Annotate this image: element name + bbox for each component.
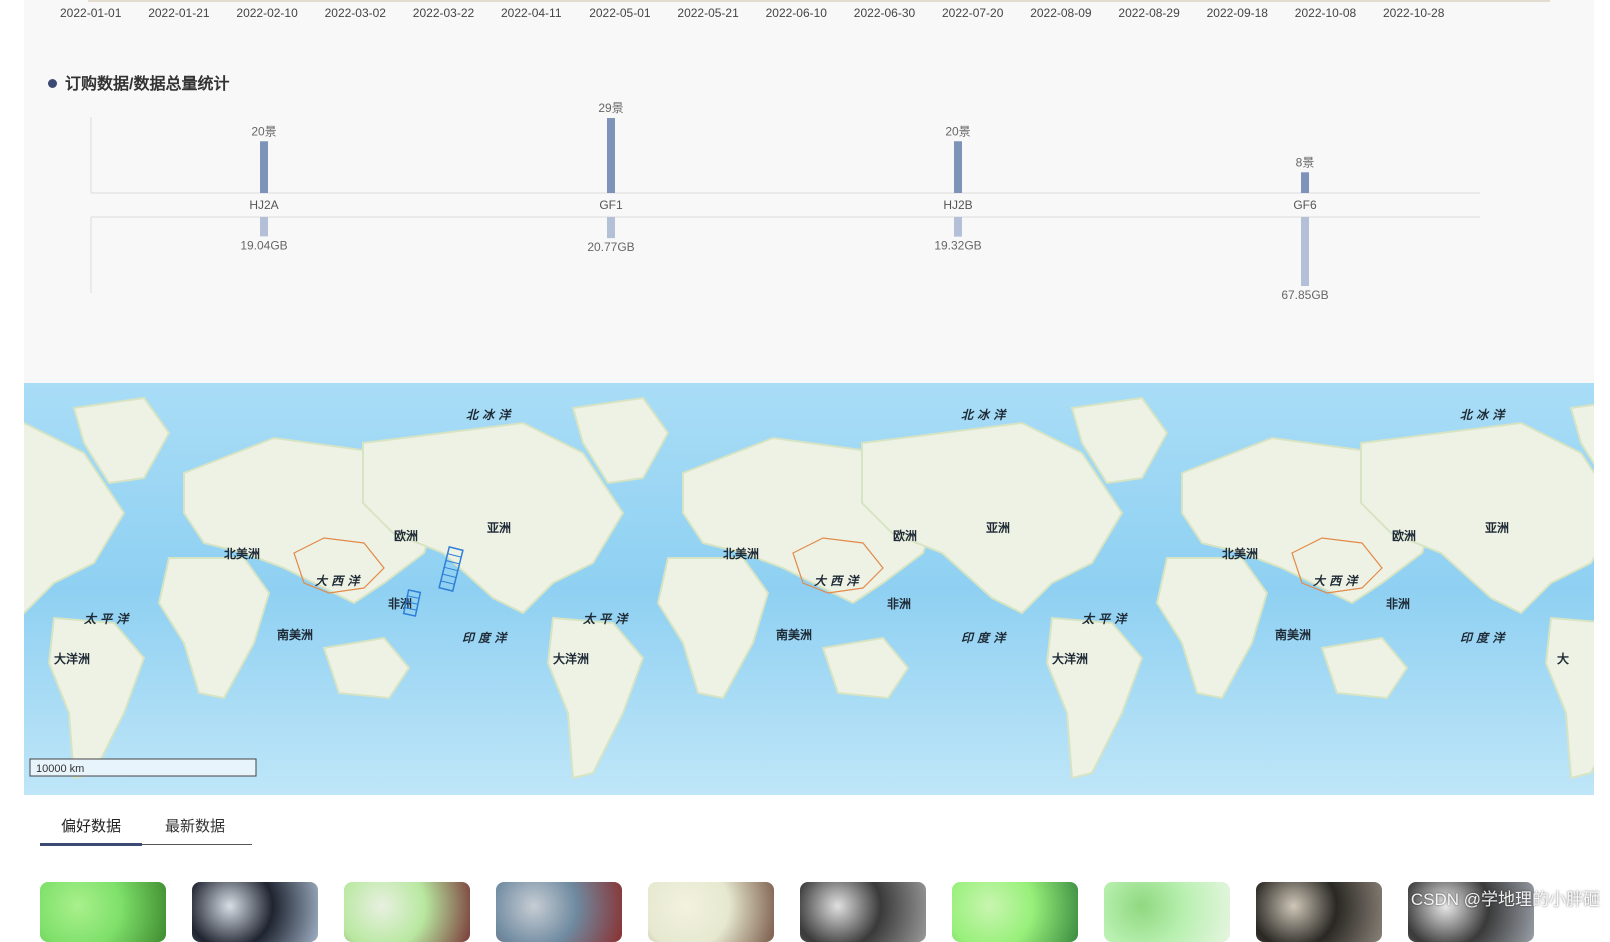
- category-label: HJ2B: [943, 198, 972, 212]
- category-label: HJ2A: [249, 198, 278, 212]
- count-label: 8景: [1296, 155, 1315, 169]
- timeline-tick: 2022-05-01: [589, 6, 651, 20]
- tab-active-indicator: [40, 843, 142, 846]
- watermark: CSDN @学地理的小胖砸: [1410, 890, 1600, 909]
- timeline-tick: 2022-04-11: [501, 6, 562, 20]
- arctic-ocean-label: 北 冰 洋: [961, 408, 1007, 422]
- north-america-label: 北美洲: [224, 546, 260, 561]
- volume-label: 67.85GB: [1281, 288, 1328, 302]
- volume-label: 19.04GB: [240, 238, 287, 252]
- category-label: GF1: [599, 198, 623, 212]
- oceania-label: 大洋洲: [553, 651, 589, 666]
- timeline-tick: 2022-01-01: [60, 6, 122, 20]
- volume-label: 19.32GB: [934, 239, 981, 253]
- africa-label: 非洲: [887, 596, 911, 611]
- timeline-tick: 2022-06-10: [765, 6, 827, 20]
- world-map[interactable]: 北 冰 洋 北 冰 洋 北 冰 洋欧洲 欧洲 欧洲 亚洲 亚洲 亚洲北美洲 北美洲 北美洲大 西 …: [24, 383, 1594, 795]
- pacific-ocean-label: 太 平 洋: [1081, 612, 1128, 626]
- arctic-ocean-label: 北 冰 洋: [1460, 408, 1506, 422]
- south-america-label: 南美洲: [277, 627, 313, 642]
- south-america-label: 南美洲: [776, 627, 812, 642]
- timeline-tick: 2022-06-30: [853, 6, 916, 20]
- scale-bar: 10000 km: [29, 758, 257, 777]
- count-label: 29景: [598, 101, 623, 115]
- count-bar: [954, 141, 962, 193]
- north-america-label: 北美洲: [723, 546, 759, 561]
- thumbnail-strip: [40, 882, 1580, 942]
- africa-label: 非洲: [1386, 596, 1410, 611]
- europe-label: 欧洲: [893, 528, 917, 543]
- category-label: GF6: [1293, 198, 1317, 212]
- timeline-tick: 2022-08-09: [1030, 6, 1092, 20]
- europe-label: 欧洲: [1392, 528, 1416, 543]
- oceania-label: 大洋洲: [54, 651, 90, 666]
- timeline-tick: 2022-05-21: [677, 6, 739, 20]
- scale-bar-label: 10000 km: [36, 763, 84, 775]
- volume-bar: [954, 217, 962, 237]
- timeline-tick: 2022-03-22: [412, 6, 475, 20]
- indian-ocean-label: 印 度 洋: [462, 631, 508, 645]
- timeline-tick: 2022-01-21: [148, 6, 210, 20]
- north-america-label: 北美洲: [1222, 546, 1258, 561]
- timeline-tick: 2022-10-28: [1383, 6, 1445, 20]
- timeline-tick: 2022-03-02: [324, 6, 386, 20]
- data-thumbnail[interactable]: [192, 882, 318, 942]
- volume-label: 20.77GB: [587, 240, 634, 254]
- timeline-tick: 2022-09-18: [1206, 6, 1268, 20]
- data-thumbnail[interactable]: [496, 882, 622, 942]
- timeline-axis: 2022-01-01 2022-01-21 2022-02-10 2022-03-02…: [24, 0, 1594, 30]
- atlantic-ocean-label: 大 西 洋: [1313, 574, 1359, 588]
- europe-label: 欧洲: [394, 528, 418, 543]
- count-bar: [607, 118, 615, 193]
- statistics-panel: 2022-01-01 2022-01-21 2022-02-10 2022-03-02…: [24, 0, 1594, 383]
- indian-ocean-label: 印 度 洋: [1460, 631, 1506, 645]
- asia-label: 亚洲: [487, 521, 511, 535]
- data-thumbnail[interactable]: [800, 882, 926, 942]
- indian-ocean-label: 印 度 洋: [961, 631, 1007, 645]
- oceania-label-cut: 大: [1557, 651, 1569, 666]
- data-thumbnail[interactable]: [952, 882, 1078, 942]
- oceania-label: 大洋洲: [1052, 651, 1088, 666]
- count-label: 20景: [251, 124, 276, 138]
- data-thumbnail[interactable]: [40, 882, 166, 942]
- count-bar: [260, 141, 268, 193]
- timeline-tick: 2022-08-29: [1118, 6, 1180, 20]
- volume-bar: [1301, 217, 1309, 286]
- order-stats-chart: 20景 HJ2A 19.04GB 29景 GF1 20.77GB 20景 HJ2B 19.32G…: [90, 101, 1480, 302]
- arctic-ocean-label: 北 冰 洋: [466, 408, 512, 422]
- atlantic-ocean-label: 大 西 洋: [814, 574, 860, 588]
- timeline-tick: 2022-02-10: [236, 6, 298, 20]
- tab-preferred-data[interactable]: 偏好数据: [40, 810, 142, 844]
- pacific-ocean-label: 太 平 洋: [83, 612, 130, 626]
- page-left-margin: [0, 0, 24, 928]
- south-america-label: 南美洲: [1275, 627, 1311, 642]
- timeline-tick: 2022-07-20: [942, 6, 1004, 20]
- asia-label: 亚洲: [1485, 521, 1509, 535]
- tab-latest-data[interactable]: 最新数据: [142, 810, 248, 844]
- data-thumbnail[interactable]: [1104, 882, 1230, 942]
- bullet-dot-icon: [48, 79, 57, 89]
- volume-bar: [260, 217, 268, 237]
- data-thumbnail[interactable]: [648, 882, 774, 942]
- volume-bar: [607, 217, 615, 239]
- pacific-ocean-label: 太 平 洋: [582, 612, 629, 626]
- atlantic-ocean-label: 大 西 洋: [315, 574, 361, 588]
- timeline-tick: 2022-10-08: [1294, 6, 1357, 20]
- data-thumbnail[interactable]: [344, 882, 470, 942]
- count-bar: [1301, 172, 1309, 193]
- data-thumbnail[interactable]: [1256, 882, 1382, 942]
- timeline-rule: [88, 0, 1550, 2]
- asia-label: 亚洲: [986, 521, 1010, 535]
- count-label: 20景: [945, 124, 970, 138]
